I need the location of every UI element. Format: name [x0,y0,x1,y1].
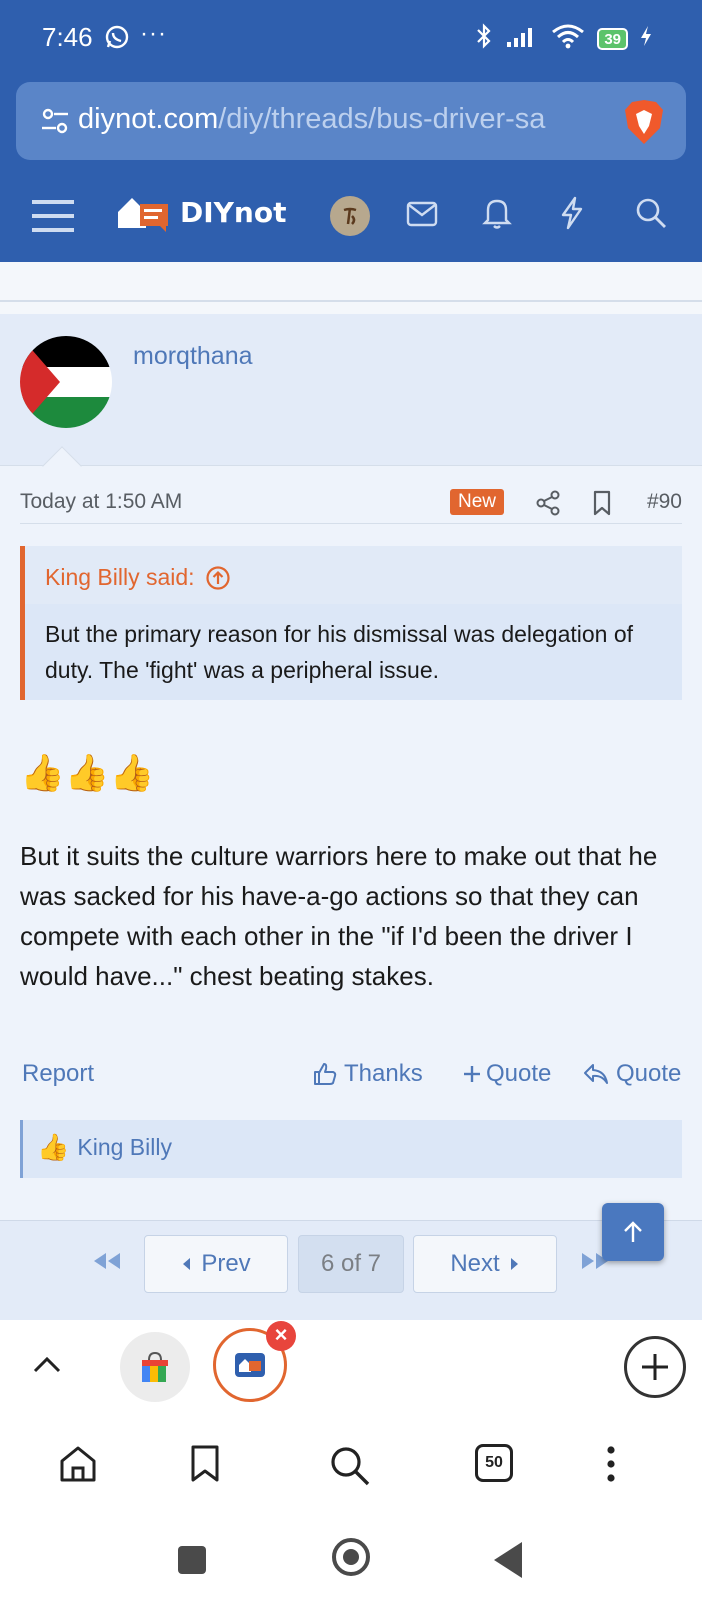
thanks-label: Thanks [344,1060,423,1087]
post: morqthana Today at 1:50 AM New #90 King … [0,314,702,1220]
browser-address-area: diynot.com/diy/threads/bus-driver-sa [0,80,702,166]
whatsapp-icon [104,24,130,55]
shopping-bag-icon [142,1351,168,1382]
brave-shields-icon[interactable] [622,98,666,151]
search-icon[interactable] [328,1444,372,1493]
reply-icon [584,1064,608,1084]
home-button-icon[interactable] [332,1538,370,1576]
browser-tab-strip: × [0,1320,702,1420]
quote-header[interactable]: King Billy said: [45,564,231,591]
status-more-icon: ··· [140,20,167,47]
url-text[interactable]: diynot.com/diy/threads/bus-driver-sa [78,103,608,136]
site-logo[interactable]: DIYnot [116,192,287,232]
quote-text: But the primary reason for his dismissal… [25,604,682,700]
thumbs-up-icon [314,1063,337,1085]
post-body: But it suits the culture warriors here t… [20,841,658,991]
tab-count-button[interactable]: 50 [475,1444,513,1482]
logo-house-icon [118,198,168,232]
system-navigation-bar [0,1520,702,1600]
thumbs-up-reaction-icon: 👍 [37,1132,70,1162]
post-number[interactable]: #90 [647,490,682,514]
thumbs-up-emoji: 👍👍👍 [20,752,155,793]
url-path: /diy/threads/bus-driver-sa [218,103,546,135]
inbox-icon[interactable] [406,200,438,233]
status-time: 7:46 [42,22,93,52]
reply-quote-button[interactable]: Quote [582,1060,681,1088]
next-page-button[interactable]: Next [413,1235,557,1293]
bluetooth-icon [475,22,493,55]
report-link[interactable]: Report [22,1060,94,1088]
multi-quote-label: Quote [486,1060,552,1087]
account-avatar[interactable] [330,196,370,236]
site-settings-icon[interactable] [40,106,70,141]
tab-diynot-active[interactable]: × [213,1321,296,1402]
post-user-bar: morqthana [0,314,702,466]
address-bar[interactable]: diynot.com/diy/threads/bus-driver-sa [16,82,686,160]
new-tab-button[interactable] [624,1336,686,1398]
scroll-to-top-button[interactable] [602,1203,664,1261]
logo-text: DIYnot [180,195,287,229]
home-icon[interactable] [58,1444,98,1489]
chevron-up-icon[interactable] [32,1354,62,1379]
battery-level: 39 [597,27,628,50]
diynot-favicon-icon [235,1353,265,1377]
thanks-button[interactable]: Thanks [312,1060,423,1088]
previous-post-remnant [0,262,702,302]
status-bar: 7:46 ··· 39 [0,0,702,80]
post-date[interactable]: Today at 1:50 AM [20,490,182,514]
quote-author[interactable]: King Billy said: [45,564,195,591]
quote-block: King Billy said: But the primary reason … [20,546,682,700]
charging-icon [640,25,652,52]
status-indicators: 39 [475,22,652,55]
back-icon[interactable] [494,1542,522,1578]
close-tab-icon[interactable]: × [266,1321,296,1351]
plus-icon [642,1354,668,1380]
caret-right-icon [510,1258,518,1270]
reaction-summary[interactable]: 👍 King Billy [37,1132,172,1163]
reply-quote-label: Quote [616,1060,682,1087]
post-meta: Today at 1:50 AM New #90 [20,480,682,524]
signal-icon [505,24,539,53]
browser-toolbar: 50 [0,1420,702,1520]
bell-icon[interactable] [482,196,512,235]
site-header: DIYnot [0,166,702,262]
more-options-icon[interactable] [606,1444,616,1489]
caret-left-icon [183,1258,191,1270]
user-avatar[interactable] [20,336,112,428]
prev-label: Prev [201,1250,251,1277]
lightning-icon[interactable] [558,196,586,235]
next-label: Next [450,1250,500,1277]
share-icon[interactable] [536,490,560,521]
recents-icon[interactable] [178,1546,206,1574]
username-link[interactable]: morqthana [133,342,253,371]
wifi-icon [551,23,585,54]
arrow-up-icon [624,1221,642,1242]
post-actions: Report Thanks Quote Quote [22,1058,682,1094]
first-page-icon[interactable] [92,1251,122,1276]
prev-page-button[interactable]: Prev [144,1235,288,1293]
page-position: 6 of 7 [320,1250,382,1277]
bookmarks-icon[interactable] [190,1444,220,1489]
jump-to-quote-icon[interactable] [205,565,231,591]
pagination: Prev 6 of 7 Next [0,1220,702,1320]
plus-icon [464,1066,480,1082]
url-host: diynot.com [78,103,219,135]
reactions-bar[interactable]: 👍 King Billy [20,1120,682,1178]
search-icon[interactable] [634,196,668,235]
menu-icon[interactable] [32,198,74,239]
current-page-indicator[interactable]: 6 of 7 [298,1235,404,1293]
tab-shopping[interactable] [120,1332,190,1402]
new-badge: New [450,489,505,515]
reaction-user[interactable]: King Billy [77,1134,172,1161]
bookmark-icon[interactable] [592,490,612,521]
multi-quote-button[interactable]: Quote [462,1060,551,1088]
